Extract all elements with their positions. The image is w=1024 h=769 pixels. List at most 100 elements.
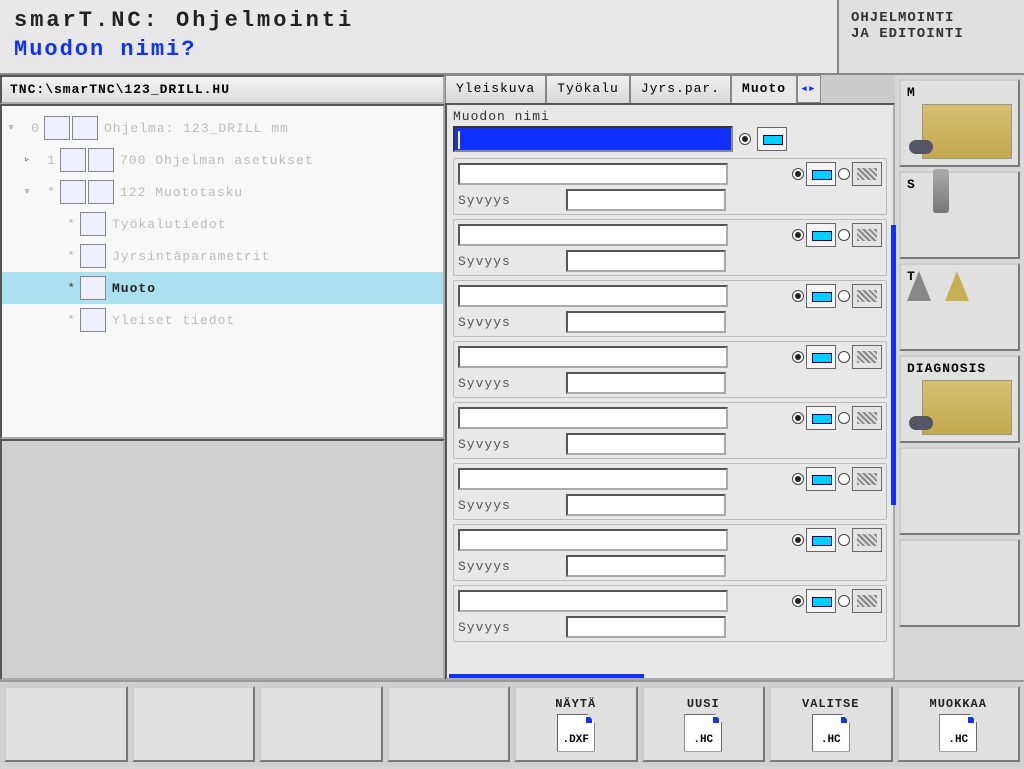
softkey-empty[interactable] — [4, 686, 128, 762]
tree-index: * — [58, 313, 76, 328]
tab-työkalu[interactable]: Työkalu — [546, 75, 630, 103]
contour-file-input[interactable] — [458, 163, 728, 185]
depth-label: Syvyys — [458, 620, 560, 635]
depth-input[interactable] — [566, 555, 726, 577]
island-icon[interactable] — [852, 162, 882, 186]
softkey-valitse[interactable]: VALITSE.HC — [769, 686, 893, 762]
tree-label: Muoto — [112, 281, 156, 296]
depth-group: Syvyys — [453, 524, 887, 581]
contour-file-input[interactable] — [458, 529, 728, 551]
contour-file-input[interactable] — [458, 224, 728, 246]
pocket-icon[interactable] — [806, 589, 836, 613]
contour-file-input[interactable] — [458, 285, 728, 307]
side-button-s[interactable]: S — [899, 171, 1020, 259]
side-button-diagnosis[interactable]: DIAGNOSIS — [899, 355, 1020, 443]
depth-input[interactable] — [566, 433, 726, 455]
softkey-ext: .HC — [821, 734, 841, 746]
pocket-icon[interactable] — [806, 162, 836, 186]
tree-label: Ohjelma: 123_DRILL mm — [104, 121, 289, 136]
tab-muoto[interactable]: Muoto — [731, 75, 797, 103]
type-radio-island[interactable] — [838, 168, 850, 180]
tree-item-icon — [60, 180, 86, 204]
island-icon[interactable] — [852, 284, 882, 308]
contour-file-input[interactable] — [458, 468, 728, 490]
depth-label: Syvyys — [458, 254, 560, 269]
depth-group: Syvyys — [453, 585, 887, 642]
contour-file-input[interactable] — [458, 346, 728, 368]
tree-index: * — [58, 249, 76, 264]
depth-input[interactable] — [566, 616, 726, 638]
type-radio-island[interactable] — [838, 473, 850, 485]
depth-input[interactable] — [566, 250, 726, 272]
side-button-empty[interactable] — [899, 539, 1020, 627]
contour-file-input[interactable] — [458, 407, 728, 429]
tree-row[interactable]: ▿*122 Muototasku — [2, 176, 443, 208]
softkey-uusi[interactable]: UUSI.HC — [642, 686, 766, 762]
tab-jyrspar[interactable]: Jyrs.par. — [630, 75, 731, 103]
header-left: smarT.NC: Ohjelmointi Muodon nimi? — [0, 0, 839, 73]
depth-label: Syvyys — [458, 315, 560, 330]
island-icon[interactable] — [852, 528, 882, 552]
pocket-icon[interactable] — [757, 127, 787, 151]
type-radio-island[interactable] — [838, 412, 850, 424]
softkey-näytä[interactable]: NÄYTÄ.DXF — [514, 686, 638, 762]
island-icon[interactable] — [852, 223, 882, 247]
softkey-label: UUSI — [687, 697, 720, 711]
depth-input[interactable] — [566, 189, 726, 211]
name-radio[interactable] — [739, 133, 751, 145]
tab-scroll-icon[interactable]: ◂▸ — [797, 75, 821, 103]
tree-toggle-icon[interactable]: ▿ — [24, 186, 38, 198]
type-radio-pocket[interactable] — [792, 168, 804, 180]
tt-icon — [895, 259, 985, 314]
mill-icon — [922, 380, 1012, 435]
prompt-text: Muodon nimi? — [14, 37, 823, 62]
type-radio-pocket[interactable] — [792, 473, 804, 485]
pocket-icon[interactable] — [806, 284, 836, 308]
pocket-icon[interactable] — [806, 345, 836, 369]
contour-name-input[interactable] — [453, 126, 733, 152]
type-radio-island[interactable] — [838, 290, 850, 302]
tree-toggle-icon[interactable]: ▿ — [8, 122, 22, 134]
tree-row[interactable]: ▿0Ohjelma: 123_DRILL mm — [2, 112, 443, 144]
island-icon[interactable] — [852, 589, 882, 613]
depth-input[interactable] — [566, 494, 726, 516]
tree-row[interactable]: *Yleiset tiedot — [2, 304, 443, 336]
pocket-icon[interactable] — [806, 406, 836, 430]
type-radio-pocket[interactable] — [792, 534, 804, 546]
softkey-muokkaa[interactable]: MUOKKAA.HC — [897, 686, 1021, 762]
pocket-icon[interactable] — [806, 528, 836, 552]
tree-toggle-icon[interactable]: ▹ — [24, 154, 38, 166]
pocket-icon[interactable] — [806, 467, 836, 491]
program-tree[interactable]: ▿0Ohjelma: 123_DRILL mm▹1700 Ohjelman as… — [0, 104, 445, 439]
side-button-t[interactable]: T — [899, 263, 1020, 351]
softkey-empty[interactable] — [387, 686, 511, 762]
island-icon[interactable] — [852, 345, 882, 369]
island-icon[interactable] — [852, 467, 882, 491]
tree-row[interactable]: ▹1700 Ohjelman asetukset — [2, 144, 443, 176]
type-radio-pocket[interactable] — [792, 290, 804, 302]
type-radio-island[interactable] — [838, 229, 850, 241]
depth-label: Syvyys — [458, 193, 560, 208]
type-radio-pocket[interactable] — [792, 229, 804, 241]
tree-row[interactable]: *Työkalutiedot — [2, 208, 443, 240]
type-radio-pocket[interactable] — [792, 351, 804, 363]
tab-yleiskuva[interactable]: Yleiskuva — [445, 75, 546, 103]
type-radio-island[interactable] — [838, 595, 850, 607]
type-radio-pocket[interactable] — [792, 595, 804, 607]
type-radio-island[interactable] — [838, 351, 850, 363]
progress-bar — [449, 674, 644, 678]
tree-row[interactable]: *Jyrsintäparametrit — [2, 240, 443, 272]
pocket-icon[interactable] — [806, 223, 836, 247]
tree-index: * — [58, 281, 76, 296]
type-radio-island[interactable] — [838, 534, 850, 546]
contour-file-input[interactable] — [458, 590, 728, 612]
side-button-empty[interactable] — [899, 447, 1020, 535]
softkey-empty[interactable] — [259, 686, 383, 762]
side-button-m[interactable]: M — [899, 79, 1020, 167]
depth-input[interactable] — [566, 311, 726, 333]
island-icon[interactable] — [852, 406, 882, 430]
type-radio-pocket[interactable] — [792, 412, 804, 424]
tree-row[interactable]: * Muoto — [2, 272, 443, 304]
depth-input[interactable] — [566, 372, 726, 394]
softkey-empty[interactable] — [132, 686, 256, 762]
